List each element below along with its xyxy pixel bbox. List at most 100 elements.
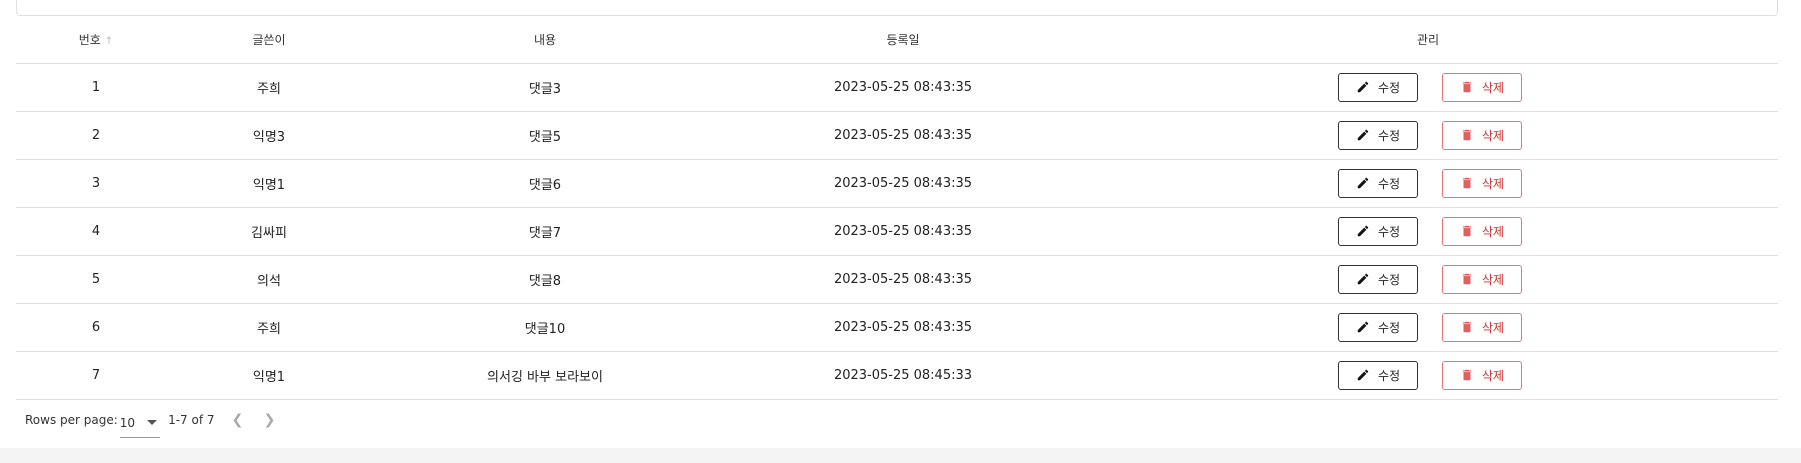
delete-button[interactable]: 삭제 [1442, 216, 1522, 246]
cell-content: 댓글10 [362, 303, 728, 352]
cell-actions: 수정 삭제 [1078, 303, 1778, 352]
cell-actions: 수정 삭제 [1078, 159, 1778, 208]
trash-icon [1462, 321, 1472, 333]
delete-button-label: 삭제 [1481, 320, 1505, 335]
column-header-no[interactable]: 번호 ↑ [16, 16, 176, 64]
delete-button[interactable]: 삭제 [1442, 360, 1522, 390]
edit-button-label: 수정 [1377, 176, 1401, 191]
cell-actions: 수정 삭제 [1078, 255, 1778, 304]
table-row: 4 김싸피 댓글7 2023-05-25 08:43:35 수정 삭제 [16, 207, 1778, 256]
cell-author: 김싸피 [176, 207, 362, 256]
cell-content: 댓글7 [362, 207, 728, 256]
delete-button-label: 삭제 [1481, 176, 1505, 191]
delete-button[interactable]: 삭제 [1442, 264, 1522, 294]
cell-date: 2023-05-25 08:43:35 [728, 303, 1078, 352]
cell-actions: 수정 삭제 [1078, 63, 1778, 112]
cell-author: 익명1 [176, 351, 362, 400]
cell-actions: 수정 삭제 [1078, 207, 1778, 256]
cell-actions: 수정 삭제 [1078, 111, 1778, 160]
column-header-date: 등록일 [728, 16, 1078, 64]
cell-author: 주희 [176, 63, 362, 112]
trash-icon [1462, 369, 1472, 381]
delete-button-label: 삭제 [1481, 224, 1505, 239]
delete-button-label: 삭제 [1481, 80, 1505, 95]
edit-button-label: 수정 [1377, 320, 1401, 335]
cell-actions: 수정 삭제 [1078, 351, 1778, 400]
edit-button-label: 수정 [1377, 80, 1401, 95]
cell-no: 2 [16, 111, 176, 160]
rows-per-page-value: 10 [119, 415, 136, 430]
delete-button-label: 삭제 [1481, 368, 1505, 383]
edit-button[interactable]: 수정 [1338, 168, 1418, 198]
arrow-up-icon[interactable]: ↑ [105, 36, 113, 47]
cell-content: 의서깅 바부 보라보이 [362, 351, 728, 400]
edit-button[interactable]: 수정 [1338, 264, 1418, 294]
table-row: 1 주희 댓글3 2023-05-25 08:43:35 수정 삭제 [16, 63, 1778, 112]
edit-button[interactable]: 수정 [1338, 72, 1418, 102]
cell-no: 6 [16, 303, 176, 352]
trash-icon [1462, 177, 1472, 189]
table-row: 2 익명3 댓글5 2023-05-25 08:43:35 수정 삭제 [16, 111, 1778, 160]
table-row: 5 의석 댓글8 2023-05-25 08:43:35 수정 삭제 [16, 255, 1778, 304]
table-row: 6 주희 댓글10 2023-05-25 08:43:35 수정 삭제 [16, 303, 1778, 352]
trash-icon [1462, 81, 1472, 93]
cell-date: 2023-05-25 08:43:35 [728, 111, 1078, 160]
cell-content: 댓글3 [362, 63, 728, 112]
cell-no: 3 [16, 159, 176, 208]
cell-content: 댓글6 [362, 159, 728, 208]
column-header-author: 글쓴이 [176, 16, 362, 64]
trash-icon [1462, 225, 1472, 237]
top-panel-edge [16, 0, 1778, 16]
cell-date: 2023-05-25 08:43:35 [728, 207, 1078, 256]
cell-no: 7 [16, 351, 176, 400]
delete-button-label: 삭제 [1481, 128, 1505, 143]
pencil-icon [1357, 81, 1369, 93]
cell-author: 익명1 [176, 159, 362, 208]
table-row: 7 익명1 의서깅 바부 보라보이 2023-05-25 08:45:33 수정… [16, 351, 1778, 400]
cell-date: 2023-05-25 08:43:35 [728, 63, 1078, 112]
delete-button[interactable]: 삭제 [1442, 120, 1522, 150]
pencil-icon [1357, 177, 1369, 189]
column-header-content: 내용 [362, 16, 728, 64]
pencil-icon [1357, 129, 1369, 141]
delete-button[interactable]: 삭제 [1442, 312, 1522, 342]
cell-no: 4 [16, 207, 176, 256]
table-pagination: Rows per page: 10 1-7 of 7 ❮ ❯ [25, 408, 279, 438]
delete-button[interactable]: 삭제 [1442, 168, 1522, 198]
pencil-icon [1357, 273, 1369, 285]
edit-button[interactable]: 수정 [1338, 312, 1418, 342]
edit-button-label: 수정 [1377, 368, 1401, 383]
trash-icon [1462, 129, 1472, 141]
table-row: 3 익명1 댓글6 2023-05-25 08:43:35 수정 삭제 [16, 159, 1778, 208]
cell-content: 댓글8 [362, 255, 728, 304]
caret-down-icon [147, 420, 158, 425]
cell-date: 2023-05-25 08:43:35 [728, 255, 1078, 304]
rows-per-page-label: Rows per page: [25, 413, 118, 427]
trash-icon [1462, 273, 1472, 285]
edit-button-label: 수정 [1377, 224, 1401, 239]
cell-no: 5 [16, 255, 176, 304]
edit-button[interactable]: 수정 [1338, 216, 1418, 246]
chevron-left-icon[interactable]: ❮ [229, 412, 247, 428]
edit-button-label: 수정 [1377, 128, 1401, 143]
pencil-icon [1357, 321, 1369, 333]
cell-no: 1 [16, 63, 176, 112]
pencil-icon [1357, 369, 1369, 381]
chevron-right-icon[interactable]: ❯ [261, 412, 279, 428]
edit-button[interactable]: 수정 [1338, 360, 1418, 390]
cell-author: 익명3 [176, 111, 362, 160]
edit-button[interactable]: 수정 [1338, 120, 1418, 150]
cell-date: 2023-05-25 08:45:33 [728, 351, 1078, 400]
comments-table: 번호 ↑ 글쓴이 내용 등록일 관리 1 주희 댓글3 2023-05-25 08… [16, 16, 1778, 400]
cell-author: 주희 [176, 303, 362, 352]
pencil-icon [1357, 225, 1369, 237]
cell-author: 의석 [176, 255, 362, 304]
rows-per-page-select[interactable]: 10 [119, 408, 161, 438]
delete-button[interactable]: 삭제 [1442, 72, 1522, 102]
column-header-manage: 관리 [1078, 16, 1778, 64]
table-header-row: 번호 ↑ 글쓴이 내용 등록일 관리 [16, 16, 1778, 64]
cell-content: 댓글5 [362, 111, 728, 160]
comment-table-card: 번호 ↑ 글쓴이 내용 등록일 관리 1 주희 댓글3 2023-05-25 08… [0, 0, 1801, 448]
edit-button-label: 수정 [1377, 272, 1401, 287]
delete-button-label: 삭제 [1481, 272, 1505, 287]
